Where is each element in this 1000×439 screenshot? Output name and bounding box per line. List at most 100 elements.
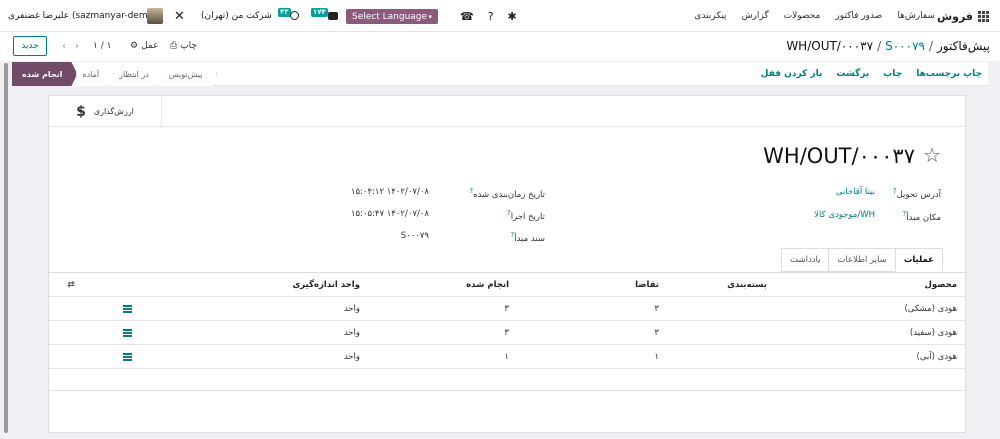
unlock-button[interactable]: باز کردن قفل [761,69,823,79]
table-row[interactable]: هودی (مشکی) ۳ ۳ واحد [49,297,965,321]
gear-icon: ⚙ [130,41,139,51]
column-packaging[interactable]: بسته‌بندی [727,273,767,297]
chevron-left-icon[interactable]: ‹ [62,41,66,52]
cell-demand[interactable]: ۳ [654,297,659,321]
top-navbar: فروش سفارش‌ها صدور فاکتور محصولات گزارش … [0,0,1000,32]
main-content: انجام شده آماده در انتظار پیش‌نویس چاپ ب… [0,61,1000,439]
source-document-value[interactable]: S۰۰۰۷۹ [401,231,429,241]
status-step-draft: پیش‌نویس [159,62,218,86]
print-action-button[interactable]: چاپ [883,69,902,79]
breadcrumb-parent[interactable]: پیش‌فاکتور [937,39,990,53]
system-icons: ☎ ? ✱ [460,0,517,32]
app-brand[interactable]: فروش [937,0,973,32]
scheduled-date-value[interactable]: ۱۴۰۲/۰۷/۰۸ ۱۵:۰۴:۱۲ [351,187,429,197]
table-header: محصول بسته‌بندی تقاضا انجام شده واحد اند… [49,273,965,297]
pager-value[interactable]: ۱ / ۱ [93,36,111,56]
table-row[interactable]: هودی (سفید) ۳ ۳ واحد [49,321,965,345]
tools-icon[interactable]: ✕ [174,0,188,32]
cell-uom[interactable]: واحد [344,321,360,345]
status-steps: انجام شده آماده در انتظار پیش‌نویس [12,62,212,86]
breadcrumb: پیش‌فاکتور / S۰۰۰۷۹ / WH/OUT/۰۰۰۳۷ [786,36,990,56]
bug-icon[interactable]: ✱ [508,10,517,23]
help-icon[interactable]: ? [488,10,494,23]
detailed-operations-icon[interactable] [121,297,133,321]
valuation-button[interactable]: $ ارزش‌گذاری [49,96,162,127]
menu-configuration[interactable]: پیکربندی [694,11,726,21]
menu-products[interactable]: محصولات [784,11,821,21]
delivery-address-label: آدرس تحویل? [892,187,941,200]
user-avatar[interactable] [147,8,163,24]
action-button[interactable]: ⚙ عمل [130,36,158,56]
breadcrumb-separator: / [877,39,882,53]
new-button[interactable]: جدید [13,36,47,56]
star-icon[interactable]: ☆ [923,143,941,167]
language-select[interactable]: Select Language ▾ [346,9,438,24]
detailed-operations-icon[interactable] [121,321,133,345]
record-title: WH/OUT/۰۰۰۳۷ [763,144,915,168]
clock-glyph [290,11,299,20]
control-panel: جدید ‹ › ۱ / ۱ ⚙ عمل ⎙ چاپ پیش‌فاکتور / … [0,32,1000,61]
menu-invoicing[interactable]: صدور فاکتور [835,11,882,21]
status-step-done: انجام شده [12,62,77,86]
user-name[interactable]: علیرضا غضنفری (sazmanyar-demo) [8,0,157,32]
valuation-label: ارزش‌گذاری [93,107,134,116]
cell-product[interactable]: هودی (آبی) [917,345,957,369]
tab-other-info[interactable]: سایر اطلاعات [828,248,896,272]
cell-done[interactable]: ۱ [504,345,509,369]
source-document-label: سند مبدأ? [510,231,545,244]
smart-button-row: $ ارزش‌گذاری [49,96,965,127]
print-button[interactable]: ⎙ چاپ [170,36,197,56]
source-location-label: مکان مبدأ? [902,210,941,223]
activity-badge: ۴۳ [278,8,291,17]
tab-note[interactable]: یادداشت [781,248,830,272]
tab-operations[interactable]: عملیات [894,248,943,272]
scheduled-date-label: تاریخ زمان‌بندی شده? [469,187,545,200]
language-select-label: Select Language [352,11,428,22]
chat-glyph [328,12,338,20]
operations-table: محصول بسته‌بندی تقاضا انجام شده واحد اند… [49,272,965,391]
pager-arrows: ‹ › [62,36,79,56]
print-labels-button[interactable]: چاپ برچسب‌ها [916,69,982,79]
cell-demand[interactable]: ۱ [654,345,659,369]
notebook-tabs: عملیات سایر اطلاعات یادداشت [781,248,943,272]
cell-done[interactable]: ۳ [504,321,509,345]
status-bar: انجام شده آماده در انتظار پیش‌نویس چاپ ب… [12,62,988,86]
status-actions: چاپ برچسب‌ها چاپ برگشت باز کردن قفل [761,62,982,86]
phone-icon[interactable]: ☎ [460,10,474,23]
column-done[interactable]: انجام شده [466,273,509,297]
status-step-waiting: در انتظار [109,62,164,86]
scrollbar[interactable] [4,63,8,433]
cell-uom[interactable]: واحد [344,297,360,321]
column-demand[interactable]: تقاضا [635,273,659,297]
dollar-icon: $ [76,103,86,120]
chevron-right-icon[interactable]: › [75,41,79,52]
cell-product[interactable]: هودی (مشکی) [904,297,957,321]
print-label: چاپ [180,41,197,51]
source-location-value[interactable]: WH/موجودی کالا [814,210,875,220]
company-switcher[interactable]: شرکت من (تهران) [201,0,272,32]
effective-date-value[interactable]: ۱۴۰۲/۰۷/۰۸ ۱۵:۰۵:۴۷ [351,209,429,219]
cell-product[interactable]: هودی (سفید) [910,321,957,345]
detailed-operations-icon[interactable] [121,345,133,369]
cell-demand[interactable]: ۳ [654,321,659,345]
chevron-down-icon: ▾ [428,12,432,21]
cell-uom[interactable]: واحد [344,345,360,369]
apps-menu-icon[interactable] [978,0,990,32]
breadcrumb-current: WH/OUT/۰۰۰۳۷ [786,39,874,53]
delivery-address-value[interactable]: بیتا آقاخانی [836,187,875,197]
table-row-empty [49,369,965,391]
column-uom[interactable]: واحد اندازه‌گیری [292,273,360,297]
table-row[interactable]: هودی (آبی) ۱ ۱ واحد [49,345,965,369]
effective-date-label: تاریخ اجرا? [506,209,545,222]
print-icon: ⎙ [170,41,178,51]
form-sheet: $ ارزش‌گذاری WH/OUT/۰۰۰۳۷ ☆ آدرس تحویل? … [48,95,966,433]
action-label: عمل [141,41,159,51]
column-settings-icon[interactable]: ⇄ [65,273,77,297]
menu-orders[interactable]: سفارش‌ها [897,11,935,21]
cell-done[interactable]: ۳ [504,297,509,321]
menu-reporting[interactable]: گزارش [742,11,769,21]
return-button[interactable]: برگشت [836,69,869,79]
breadcrumb-middle[interactable]: S۰۰۰۷۹ [885,39,925,53]
column-product[interactable]: محصول [925,273,957,297]
main-menu: سفارش‌ها صدور فاکتور محصولات گزارش پیکرب… [694,0,935,32]
